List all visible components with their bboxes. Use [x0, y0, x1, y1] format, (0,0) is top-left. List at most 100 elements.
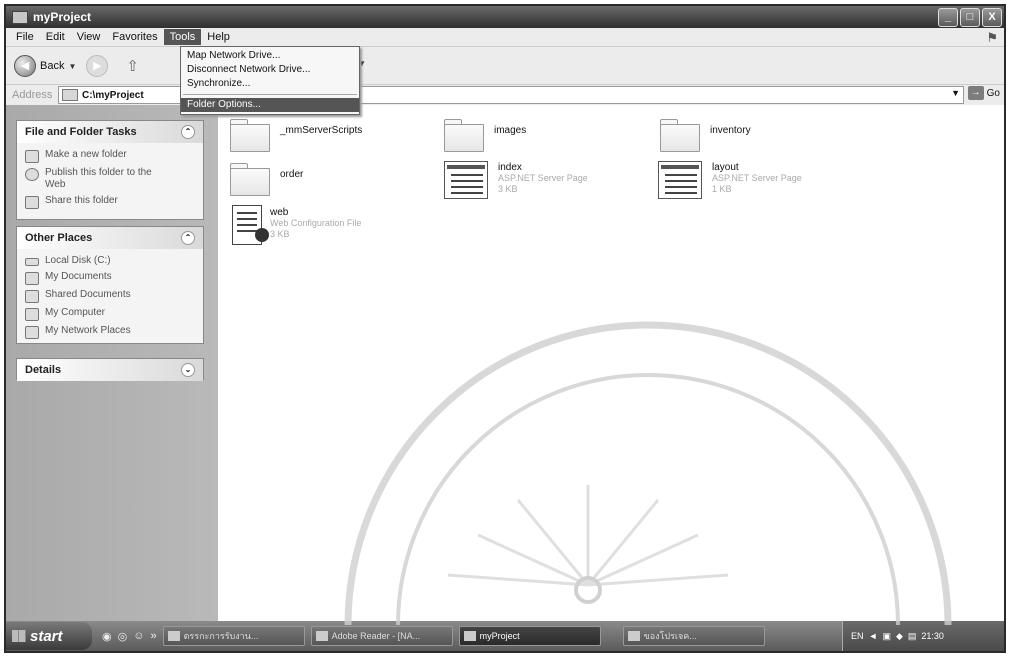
address-bar: Address C:\myProject ▼ → Go	[6, 84, 1004, 106]
menu-bar: File Edit View Favorites Tools Help	[6, 28, 1004, 46]
address-value: C:\myProject	[82, 89, 144, 101]
panel-header[interactable]: Other Places ⌃	[17, 227, 203, 249]
windows-logo-icon: ⚑	[986, 30, 998, 45]
menu-item-folder-options[interactable]: Folder Options...	[181, 98, 359, 112]
back-dropdown-icon[interactable]: ▼	[68, 62, 76, 71]
menu-tools[interactable]: Tools	[163, 29, 202, 45]
adobe-icon	[315, 631, 328, 641]
network-icon	[25, 326, 39, 339]
aspx-file-icon	[444, 161, 488, 199]
menu-file[interactable]: File	[10, 29, 40, 45]
chevron-right-icon[interactable]: »	[150, 630, 156, 643]
up-folder-icon[interactable]: ⇧	[126, 57, 139, 75]
globe-icon	[25, 168, 39, 181]
folder-icon	[444, 119, 484, 152]
file-item[interactable]: order	[230, 163, 303, 196]
menu-separator	[183, 94, 357, 95]
drive-icon	[25, 258, 39, 266]
menu-favorites[interactable]: Favorites	[106, 29, 163, 45]
system-tray: EN ◄ ▣ ◆ ▤ 21:30	[842, 621, 1004, 651]
quick-launch: ◉ ◎ ☺ »	[102, 630, 157, 643]
clock[interactable]: 21:30	[921, 631, 944, 641]
network-icon[interactable]: ▣	[882, 631, 891, 642]
task-pane: File and Folder Tasks ⌃ Make a new folde…	[6, 105, 218, 621]
address-label: Address	[12, 89, 53, 101]
tray-app-icon[interactable]: ▤	[908, 631, 917, 642]
tools-menu: Map Network Drive... Disconnect Network …	[180, 46, 360, 115]
place-shared-documents[interactable]: Shared Documents	[25, 289, 197, 303]
task-publish-folder[interactable]: Publish this folder to the Web	[25, 167, 197, 191]
file-item[interactable]: web Web Configuration File 3 KB	[232, 205, 361, 245]
shield-icon[interactable]: ◆	[896, 631, 903, 642]
task-share-folder[interactable]: Share this folder	[25, 195, 197, 209]
window-title: myProject	[33, 10, 92, 24]
menu-item-disconnect-network-drive[interactable]: Disconnect Network Drive...	[181, 63, 359, 77]
collapse-icon[interactable]: ⌃	[181, 125, 195, 139]
share-icon	[25, 196, 39, 209]
folder-icon	[62, 89, 78, 101]
menu-help[interactable]: Help	[201, 29, 236, 45]
place-my-computer[interactable]: My Computer	[25, 307, 197, 321]
menu-edit[interactable]: Edit	[40, 29, 71, 45]
close-button[interactable]: X	[982, 8, 1002, 27]
details-panel: Details ⌄	[16, 358, 204, 381]
taskbar-button-active[interactable]: myProject	[458, 626, 601, 646]
volume-icon[interactable]: ◄	[869, 631, 878, 641]
file-folder-tasks-panel: File and Folder Tasks ⌃ Make a new folde…	[16, 120, 204, 220]
taskbar-button[interactable]: ตรรกะการรับงาน...	[162, 626, 305, 646]
toolbar: ◀ Back ▼ ▶ ⇧ ▼	[6, 46, 1004, 85]
menu-view[interactable]: View	[71, 29, 107, 45]
panel-header[interactable]: Details ⌄	[17, 359, 203, 381]
go-button[interactable]: → Go	[967, 86, 1000, 100]
file-item[interactable]: inventory	[660, 119, 751, 152]
place-my-network-places[interactable]: My Network Places	[25, 325, 197, 339]
folder-icon	[627, 631, 640, 641]
language-indicator[interactable]: EN	[851, 631, 864, 641]
file-list: _mmServerScripts images inventory order …	[218, 105, 1004, 621]
back-arrow-icon: ◀	[14, 55, 36, 77]
maximize-button[interactable]: □	[960, 8, 980, 27]
folder-icon	[230, 163, 270, 196]
aspx-file-icon	[658, 161, 702, 199]
folder-icon	[25, 272, 39, 285]
go-label: Go	[986, 87, 1000, 99]
address-dropdown-icon[interactable]: ▼	[951, 88, 960, 98]
back-button[interactable]: ◀ Back ▼	[14, 55, 76, 77]
computer-icon	[25, 308, 39, 321]
config-file-icon	[232, 205, 269, 245]
minimize-button[interactable]: _	[938, 8, 958, 27]
taskbar-button[interactable]: ของโปรเจค...	[622, 626, 765, 646]
messenger-icon[interactable]: ☺	[133, 630, 144, 643]
file-item[interactable]: index ASP.NET Server Page 3 KB	[444, 161, 588, 199]
media-icon[interactable]: ◎	[118, 630, 128, 643]
expand-icon[interactable]: ⌄	[181, 363, 195, 377]
other-places-panel: Other Places ⌃ Local Disk (C:) My Docume…	[16, 226, 204, 344]
panel-header[interactable]: File and Folder Tasks ⌃	[17, 121, 203, 143]
title-bar[interactable]: myProject _ □ X	[6, 6, 1004, 28]
start-button[interactable]: start	[6, 622, 92, 650]
folder-icon	[25, 290, 39, 303]
task-make-new-folder[interactable]: Make a new folder	[25, 149, 197, 163]
taskbar-button[interactable]: Adobe Reader - [NA...	[310, 626, 453, 646]
folder-icon	[230, 119, 270, 152]
place-my-documents[interactable]: My Documents	[25, 271, 197, 285]
file-item[interactable]: layout ASP.NET Server Page 1 KB	[658, 161, 802, 199]
forward-button[interactable]: ▶	[86, 55, 109, 77]
browser-icon[interactable]: ◉	[102, 630, 112, 643]
file-item[interactable]: images	[444, 119, 526, 152]
file-item[interactable]: _mmServerScripts	[230, 119, 362, 152]
explorer-window: myProject _ □ X File Edit View Favorites…	[4, 4, 1006, 653]
collapse-icon[interactable]: ⌃	[181, 231, 195, 245]
folder-icon	[12, 10, 28, 24]
go-arrow-icon: →	[967, 86, 984, 100]
window-icon	[167, 631, 180, 641]
windows-flag-icon	[12, 630, 26, 642]
taskbar: start ◉ ◎ ☺ » ตรรกะการรับงาน... Adobe Re…	[6, 621, 1004, 651]
folder-icon	[660, 119, 700, 152]
menu-item-synchronize[interactable]: Synchronize...	[181, 77, 359, 91]
menu-item-map-network-drive[interactable]: Map Network Drive...	[181, 49, 359, 63]
folder-icon	[463, 631, 476, 641]
place-local-disk[interactable]: Local Disk (C:)	[25, 255, 197, 267]
back-label: Back	[40, 60, 65, 72]
new-folder-icon	[25, 150, 39, 163]
